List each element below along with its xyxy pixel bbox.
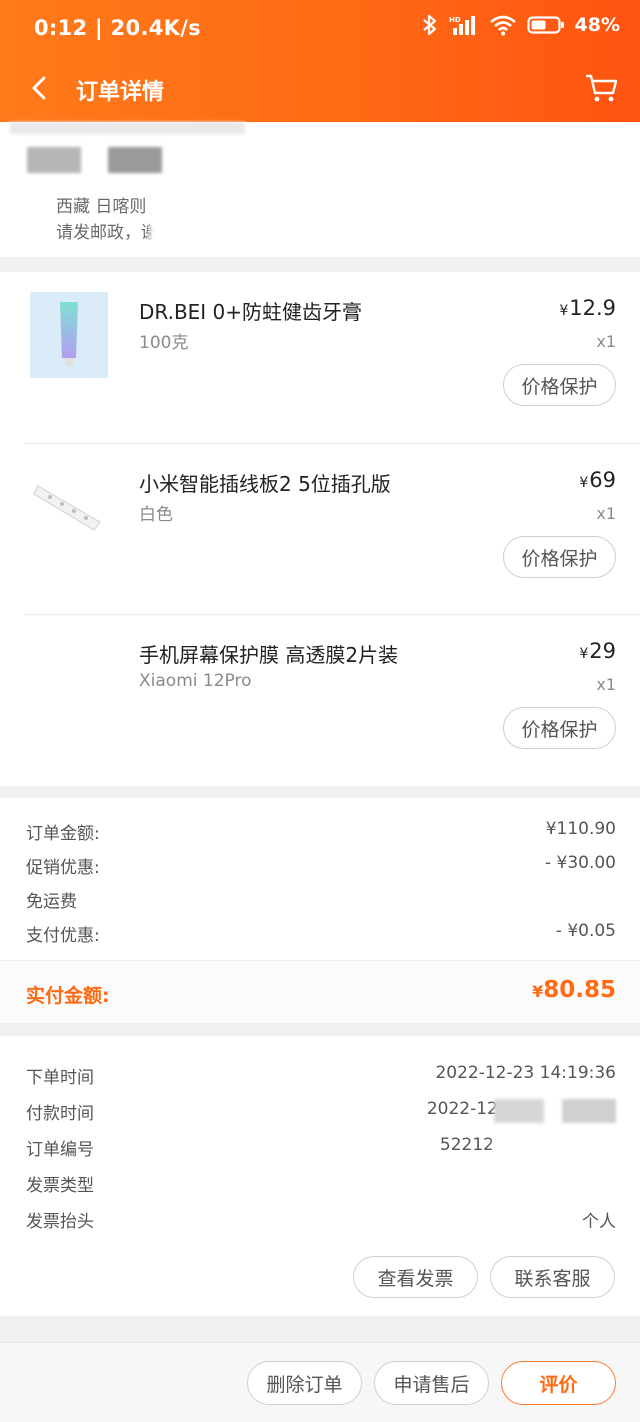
shipping-address: 西藏 日喀则 请发邮政，谢 (0, 122, 640, 257)
redacted-block (494, 1135, 616, 1159)
product-quantity: x1 (596, 504, 616, 523)
summary-label: 促销优惠: (26, 858, 100, 878)
price-value: 12.9 (569, 296, 616, 320)
redacted-block (150, 184, 245, 246)
product-spec: Xiaomi 12Pro (139, 671, 252, 691)
price-protection-button[interactable]: 价格保护 (503, 364, 616, 406)
info-label: 订单编号 (26, 1140, 94, 1160)
info-row-invoice-title: 发票抬头 个人 (26, 1207, 616, 1237)
redacted-block (562, 1099, 616, 1123)
redacted-block (108, 147, 162, 173)
paid-amount: ¥80.85 (532, 977, 616, 1003)
wifi-icon (489, 15, 516, 36)
after-sales-button[interactable]: 申请售后 (374, 1361, 489, 1405)
info-label: 下单时间 (26, 1068, 94, 1088)
product-item[interactable]: DR.BEI 0+防蛀健齿牙膏 100克 ¥12.9 x1 价格保护 (0, 272, 640, 443)
info-label: 发票类型 (26, 1176, 94, 1196)
delete-order-button[interactable]: 删除订单 (247, 1361, 362, 1405)
info-value: 52212 (439, 1135, 494, 1155)
price-summary: 订单金额: ¥110.90 促销优惠: - ¥30.00 免运费 支付优惠: -… (0, 798, 640, 1023)
signal-icon: HD (449, 16, 475, 35)
currency-symbol: ¥ (579, 646, 589, 662)
product-price: ¥29 (579, 639, 616, 663)
summary-value: - ¥0.05 (555, 921, 616, 941)
summary-label: 免运费 (26, 892, 77, 912)
product-thumbnail[interactable] (30, 635, 108, 721)
summary-row-payment-discount: 支付优惠: - ¥0.05 (26, 921, 616, 951)
bottom-action-bar: 删除订单 申请售后 评价 (0, 1342, 640, 1422)
header: 0:12 | 20.4K/s HD 48% 订单详情 (0, 0, 640, 122)
price-value: 29 (589, 639, 616, 663)
redacted-block (10, 122, 245, 134)
currency-symbol: ¥ (559, 303, 569, 319)
bluetooth-icon (422, 14, 436, 36)
address-line-2: 请发邮政，谢 (56, 223, 158, 243)
order-info: 下单时间 2022-12-23 14:19:36 付款时间 2022-12- 订… (0, 1036, 640, 1316)
redacted-block (494, 1099, 544, 1123)
summary-value: - ¥30.00 (544, 853, 616, 873)
summary-label: 支付优惠: (26, 926, 100, 946)
summary-row-promotion: 促销优惠: - ¥30.00 (26, 853, 616, 883)
product-name: DR.BEI 0+防蛀健齿牙膏 (139, 300, 363, 324)
product-quantity: x1 (596, 332, 616, 351)
info-row-invoice-type: 发票类型 (26, 1171, 616, 1201)
redacted-block (27, 147, 81, 173)
info-row-payment-time: 付款时间 2022-12- (26, 1099, 616, 1129)
product-name: 手机屏幕保护膜 高透膜2片装 (139, 643, 399, 667)
info-row-order-number: 订单编号 52212 (26, 1135, 616, 1165)
svg-text:HD: HD (449, 16, 461, 24)
price-protection-button[interactable]: 价格保护 (503, 707, 616, 749)
product-list: DR.BEI 0+防蛀健齿牙膏 100克 ¥12.9 x1 价格保护 小米智能插… (0, 272, 640, 786)
price-value: 69 (589, 468, 616, 492)
product-thumbnail[interactable] (30, 464, 108, 550)
product-quantity: x1 (596, 675, 616, 694)
summary-row-free-shipping: 免运费 (26, 887, 616, 917)
product-spec: 100克 (139, 333, 189, 353)
battery-percent: 48% (574, 14, 620, 36)
product-price: ¥12.9 (559, 296, 616, 320)
currency-symbol: ¥ (579, 475, 589, 491)
info-value: 2022-12-23 14:19:36 (435, 1063, 616, 1083)
paid-value: 80.85 (543, 977, 616, 1003)
summary-label: 订单金额: (26, 824, 100, 844)
status-icons: HD 48% (421, 14, 620, 36)
back-icon[interactable] (22, 70, 58, 106)
paid-amount-row: 实付金额: ¥80.85 (0, 960, 640, 1023)
review-button[interactable]: 评价 (501, 1361, 616, 1405)
currency-symbol: ¥ (532, 982, 544, 1001)
info-label: 付款时间 (26, 1104, 94, 1124)
product-thumbnail[interactable] (30, 292, 108, 378)
summary-value: ¥110.90 (545, 819, 616, 839)
info-value: 2022-12- (426, 1099, 504, 1119)
page-title: 订单详情 (76, 80, 165, 105)
view-invoice-button[interactable]: 查看发票 (353, 1256, 478, 1298)
summary-row-order-amount: 订单金额: ¥110.90 (26, 819, 616, 849)
info-value: 个人 (582, 1212, 616, 1232)
status-time: 0:12 | 20.4K/s (34, 16, 201, 40)
product-item[interactable]: 手机屏幕保护膜 高透膜2片装 Xiaomi 12Pro ¥29 x1 价格保护 (0, 615, 640, 786)
product-price: ¥69 (579, 468, 616, 492)
product-spec: 白色 (139, 505, 173, 525)
info-label: 发票抬头 (26, 1212, 94, 1232)
product-name: 小米智能插线板2 5位插孔版 (139, 472, 391, 496)
status-bar: 0:12 | 20.4K/s HD 48% (0, 0, 640, 62)
contact-service-button[interactable]: 联系客服 (490, 1256, 615, 1298)
price-protection-button[interactable]: 价格保护 (503, 536, 616, 578)
battery-icon (526, 16, 564, 34)
product-item[interactable]: 小米智能插线板2 5位插孔版 白色 ¥69 x1 价格保护 (0, 444, 640, 615)
paid-label: 实付金额: (26, 985, 110, 1007)
info-row-order-time: 下单时间 2022-12-23 14:19:36 (26, 1063, 616, 1093)
address-line-1: 西藏 日喀则 (56, 197, 147, 217)
nav-bar: 订单详情 (0, 62, 640, 122)
cart-icon[interactable] (582, 68, 620, 106)
